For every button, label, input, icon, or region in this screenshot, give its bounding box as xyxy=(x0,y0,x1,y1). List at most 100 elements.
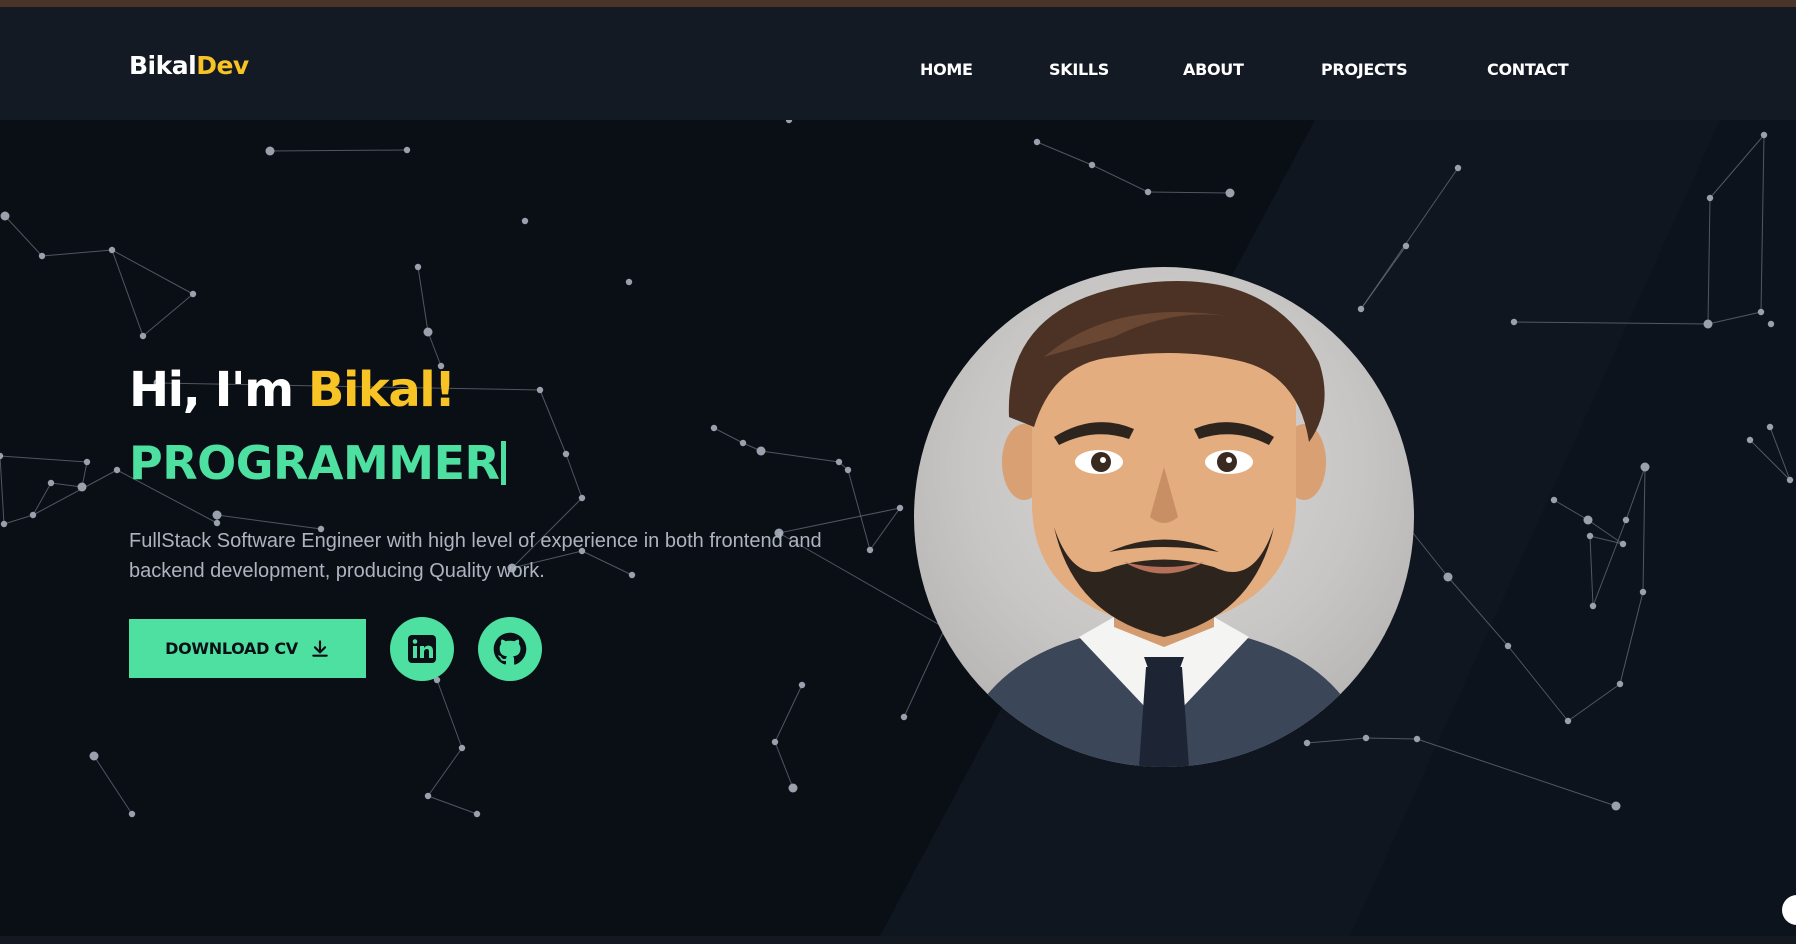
particle-node xyxy=(458,744,466,752)
nav-link-about[interactable]: ABOUT xyxy=(1183,60,1244,79)
particle-node xyxy=(403,146,411,154)
download-cv-button[interactable]: DOWNLOAD CV xyxy=(129,619,366,678)
particle-link xyxy=(1619,591,1644,685)
particle-node xyxy=(1550,496,1558,504)
site-logo[interactable]: BikalDev xyxy=(129,51,249,80)
top-border-strip xyxy=(0,0,1796,7)
particle-link xyxy=(1749,439,1791,481)
particle-node xyxy=(625,278,633,286)
particle-link xyxy=(1769,426,1791,481)
particle-node xyxy=(1144,188,1152,196)
particle-link xyxy=(41,249,113,257)
particle-node xyxy=(1639,588,1647,596)
particle-link xyxy=(1709,134,1765,199)
linkedin-button[interactable] xyxy=(390,617,454,681)
particle-node xyxy=(1619,540,1627,548)
particle-node xyxy=(1033,138,1041,146)
particle-node xyxy=(1746,436,1754,444)
particle-link xyxy=(1513,321,1709,325)
nav-link-projects[interactable]: PROJECTS xyxy=(1321,60,1408,79)
particle-node xyxy=(77,482,87,492)
particle-link xyxy=(1147,191,1231,194)
particle-link xyxy=(1567,683,1621,722)
particle-node xyxy=(788,783,798,793)
particle-link xyxy=(869,507,901,551)
particle-link xyxy=(774,741,794,789)
particle-node xyxy=(414,263,422,271)
particle-link xyxy=(93,755,133,815)
particle-node xyxy=(1413,735,1421,743)
particle-link xyxy=(1553,499,1589,521)
particle-link xyxy=(1306,737,1367,744)
particle-link xyxy=(1707,311,1762,325)
particle-link xyxy=(1589,535,1594,607)
particle-link xyxy=(565,453,583,499)
particle-link xyxy=(427,747,463,797)
nav-link-contact[interactable]: CONTACT xyxy=(1487,60,1569,79)
particle-link xyxy=(1408,527,1449,578)
bottom-strip xyxy=(0,936,1796,944)
particle-node xyxy=(1504,642,1512,650)
particle-node xyxy=(798,681,806,689)
greeting-prefix: Hi, I'm xyxy=(129,362,308,418)
download-cv-label: DOWNLOAD CV xyxy=(165,639,298,658)
particle-node xyxy=(1706,194,1714,202)
greeting-name: Bikal! xyxy=(307,362,456,418)
particle-link xyxy=(0,455,88,463)
particle-node xyxy=(83,458,91,466)
particle-node xyxy=(1622,516,1630,524)
particle-node xyxy=(424,792,432,800)
particle-node xyxy=(1589,602,1597,610)
hero-greeting: Hi, I'm Bikal! xyxy=(129,362,456,418)
nav-link-skills[interactable]: SKILLS xyxy=(1049,60,1109,79)
particle-link xyxy=(1707,197,1711,325)
particle-link xyxy=(436,679,463,749)
particle-node xyxy=(536,386,544,394)
particle-link xyxy=(1091,164,1149,193)
hero-description: FullStack Software Engineer with high le… xyxy=(129,530,822,582)
particle-node xyxy=(212,510,222,520)
particle-node xyxy=(265,146,275,156)
particle-node xyxy=(1357,305,1365,313)
particle-node xyxy=(896,504,904,512)
particle-node xyxy=(29,511,37,519)
particle-link xyxy=(1507,645,1569,722)
particle-node xyxy=(1402,242,1410,250)
particle-node xyxy=(1786,476,1794,484)
particle-link xyxy=(4,215,43,257)
particle-node xyxy=(139,332,147,340)
particle-node xyxy=(1583,515,1593,525)
particle-node xyxy=(1443,572,1453,582)
navbar: BikalDev HOME SKILLS ABOUT PROJECTS CONT… xyxy=(0,7,1796,120)
particle-node xyxy=(1640,462,1650,472)
particle-node xyxy=(578,494,586,502)
particle-node xyxy=(38,252,46,260)
nav-link-home[interactable]: HOME xyxy=(920,60,973,79)
particle-node xyxy=(1757,308,1765,316)
particle-node xyxy=(756,446,766,456)
particle-node xyxy=(108,246,116,254)
particle-link xyxy=(774,684,803,743)
particle-link xyxy=(760,450,840,463)
particle-node xyxy=(0,452,4,460)
github-icon xyxy=(493,632,527,665)
particle-link xyxy=(539,389,567,455)
particle-link xyxy=(1625,466,1646,521)
particle-node xyxy=(785,120,793,124)
particle-link xyxy=(269,149,408,152)
particle-node xyxy=(710,424,718,432)
particle-link xyxy=(1036,141,1093,166)
particle-link xyxy=(1760,134,1765,313)
particle-node xyxy=(1510,318,1518,326)
particle-node xyxy=(128,810,136,818)
particle-link xyxy=(1447,576,1509,647)
particle-node xyxy=(1362,734,1370,742)
particle-link xyxy=(50,482,83,488)
particle-link xyxy=(1416,738,1617,807)
particle-link xyxy=(903,627,946,718)
particle-node xyxy=(1586,532,1594,540)
particle-link xyxy=(427,795,478,815)
github-button[interactable] xyxy=(478,617,542,681)
logo-part-1: Bikal xyxy=(129,51,197,80)
particle-link xyxy=(1365,737,1418,740)
